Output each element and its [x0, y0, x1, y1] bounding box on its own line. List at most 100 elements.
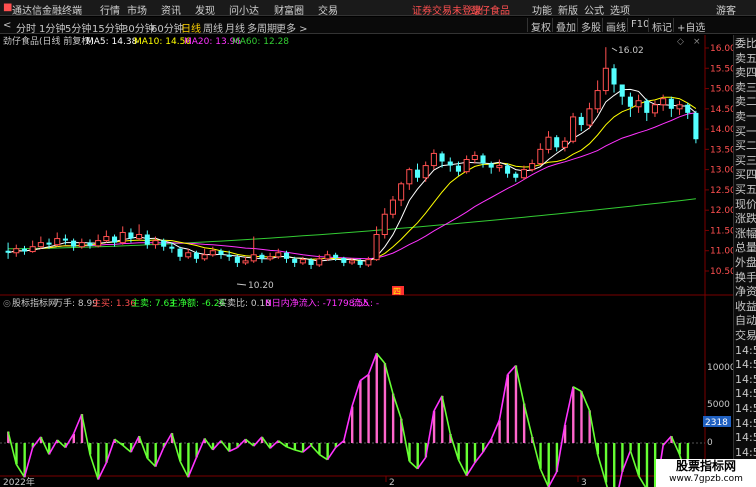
sidebar-item: 14:50 [735, 372, 756, 386]
xaxis-label-feb: 2 [389, 478, 395, 487]
ma10-line [7, 96, 697, 262]
adjust-button[interactable]: 复权 [527, 18, 554, 34]
sidebar-item: 买二 [735, 139, 756, 153]
chart-area[interactable]: 劲仔食品(日线 前复权) MA5: 14.38 MA10: 14.56 MA20… [0, 35, 733, 487]
diamond-icon[interactable]: ◇ [677, 37, 684, 47]
tab-daily[interactable]: 日线 [181, 20, 201, 35]
candle-body [71, 240, 77, 247]
osc-bar [547, 443, 550, 487]
candle-body [21, 248, 28, 252]
candle-body [152, 240, 159, 246]
indicator-net-amount: 主净额: -6.26 [169, 297, 225, 309]
tab-60min[interactable]: 60分钟 [151, 20, 184, 35]
tab-30min[interactable]: 30分钟 [122, 20, 155, 35]
indicator-name[interactable]: 股标指标网 [12, 297, 57, 309]
menu-options[interactable]: 选项 [610, 2, 630, 17]
candle-body [37, 242, 44, 248]
menu-ask-xiaoda[interactable]: 问小达 [229, 2, 259, 17]
add-watchlist-button[interactable]: +自选 [673, 18, 708, 34]
candle-body [226, 254, 232, 257]
multi-stock-button[interactable]: 多股 [577, 18, 604, 34]
osc-line-segment [531, 436, 542, 470]
site-watermark: 股票指标网 www.7gpzb.com [656, 459, 756, 487]
osc-line-segment [457, 459, 468, 477]
candle-body [635, 100, 642, 108]
candle-body [439, 153, 445, 162]
tab-multi-period[interactable]: 多周期 [247, 20, 277, 35]
user-label[interactable]: 游客 [716, 2, 736, 17]
tab-intraday[interactable]: 分时 [16, 20, 36, 35]
ma5-label: MA5: 14.38 [86, 37, 138, 47]
osc-line-segment [40, 436, 50, 455]
price-axis-label: 13.50 [710, 145, 733, 155]
osc-line-segment [343, 406, 353, 441]
candle-body [505, 165, 511, 174]
indicator-settings-icon[interactable]: ◎ [3, 299, 11, 309]
osc-line-segment [637, 475, 647, 487]
candle-body [693, 112, 699, 140]
close-icon[interactable]: × [693, 37, 701, 47]
tab-more[interactable]: 更多 > [276, 20, 308, 35]
menu-market[interactable]: 市场 [127, 2, 147, 17]
overlay-button[interactable]: 叠加 [552, 18, 579, 34]
candle-body [95, 240, 102, 247]
tab-15min[interactable]: 15分钟 [92, 20, 125, 35]
stock-name-title: 劲仔食品 [470, 6, 510, 17]
osc-bar [97, 443, 100, 480]
menu-functions[interactable]: 功能 [532, 2, 552, 17]
candle-body [373, 234, 380, 261]
osc-bar [580, 391, 583, 443]
osc-line-segment [253, 436, 263, 447]
candle-body [78, 242, 85, 248]
candle-body [389, 199, 396, 215]
candle-body [112, 236, 118, 243]
osc-bar [359, 380, 362, 443]
candle-body [685, 104, 691, 113]
tab-5min[interactable]: 5分钟 [65, 20, 91, 35]
candle-body [136, 234, 143, 240]
osc-bar [629, 443, 632, 451]
osc-bar [473, 443, 477, 463]
app-title: 通达信金融终端 [12, 6, 82, 17]
menu-wealth-circle[interactable]: 财富圈 [274, 2, 304, 17]
candle-body [381, 213, 388, 236]
menu-formula[interactable]: 公式 [584, 2, 604, 17]
osc-bar [637, 443, 640, 476]
candle-body [488, 163, 494, 168]
osc-bar [187, 443, 190, 478]
sidebar-item: 14:50 [735, 387, 756, 401]
osc-bar [367, 374, 370, 443]
osc-bar [514, 365, 518, 443]
menu-news[interactable]: 资讯 [161, 2, 181, 17]
mark-button[interactable]: 标记 [648, 18, 675, 34]
period-toolbar: < 分时 1分钟 5分钟 15分钟 30分钟 60分钟 日线 周线 月线 多周期… [0, 17, 756, 35]
sidebar-item: 卖五 [735, 51, 756, 65]
osc-line-segment [670, 435, 681, 455]
tab-monthly[interactable]: 月线 [225, 20, 245, 35]
candle-body [242, 260, 249, 264]
candle-body [185, 252, 192, 258]
candle-body [144, 234, 150, 245]
menu-new-version[interactable]: 新版 [558, 2, 578, 17]
candle-body [537, 148, 544, 165]
menu-discover[interactable]: 发现 [195, 2, 215, 17]
draw-line-button[interactable]: 画线 [602, 18, 629, 34]
candle-body [480, 155, 486, 164]
candle-body [496, 165, 503, 169]
sidebar-item: 涨幅 [735, 226, 756, 240]
osc-bar [604, 443, 608, 483]
menu-trade[interactable]: 交易 [318, 2, 338, 17]
menu-market-quotes[interactable]: 行情 [100, 2, 120, 17]
tab-weekly[interactable]: 周线 [203, 20, 223, 35]
back-arrow-icon[interactable]: < [3, 20, 11, 31]
candle-body [513, 173, 519, 178]
osc-bar [416, 443, 419, 469]
price-axis-label: 11.50 [710, 226, 733, 236]
sidebar-item: 14:50 [735, 431, 756, 445]
osc-line-segment [32, 436, 42, 449]
indicator-inflow: 流入: - [352, 297, 379, 309]
event-badge-label: 四 [393, 287, 401, 296]
high-price-marker: 16.02 [618, 46, 644, 56]
osc-line-segment [56, 439, 66, 449]
tab-1min[interactable]: 1分钟 [39, 20, 65, 35]
